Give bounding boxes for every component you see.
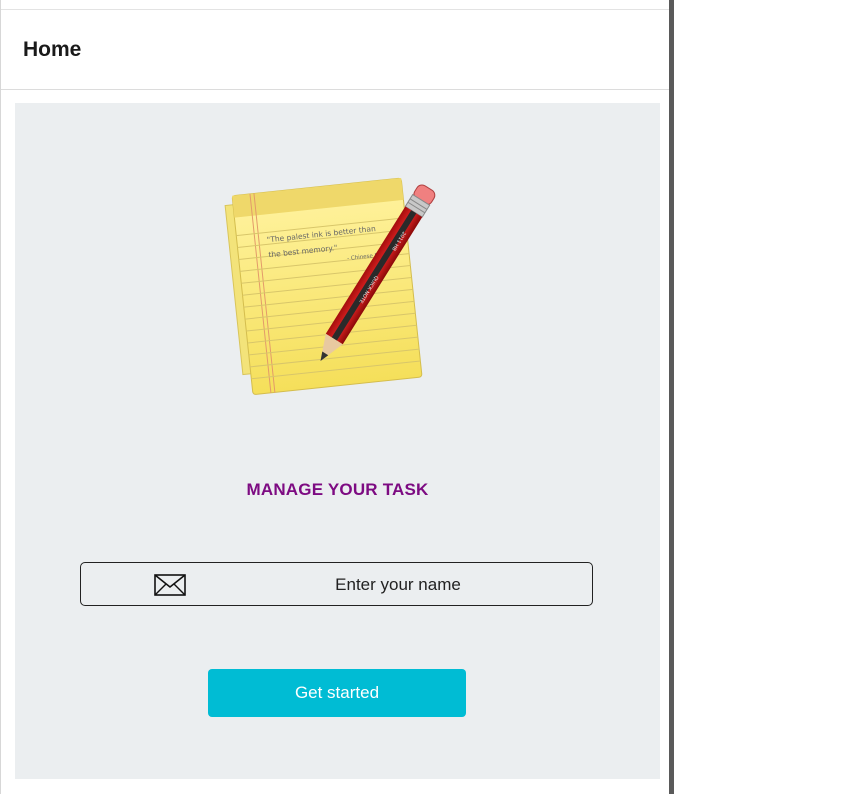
name-input[interactable] <box>211 564 585 606</box>
notepad: "The palest ink is better than the best … <box>231 177 423 395</box>
mail-icon <box>154 574 186 596</box>
app-window: Home "The palest ink is better than the … <box>0 0 670 794</box>
page-title: Home <box>23 38 82 61</box>
page-header: Home <box>1 10 670 90</box>
top-strip <box>1 0 670 10</box>
notepad-pencil-icon: "The palest ink is better than the best … <box>224 177 436 395</box>
name-field[interactable] <box>80 562 593 606</box>
tagline: MANAGE YOUR TASK <box>246 480 429 499</box>
get-started-button[interactable]: Get started <box>208 669 466 717</box>
window-divider <box>669 0 674 794</box>
home-content: "The palest ink is better than the best … <box>15 103 660 779</box>
